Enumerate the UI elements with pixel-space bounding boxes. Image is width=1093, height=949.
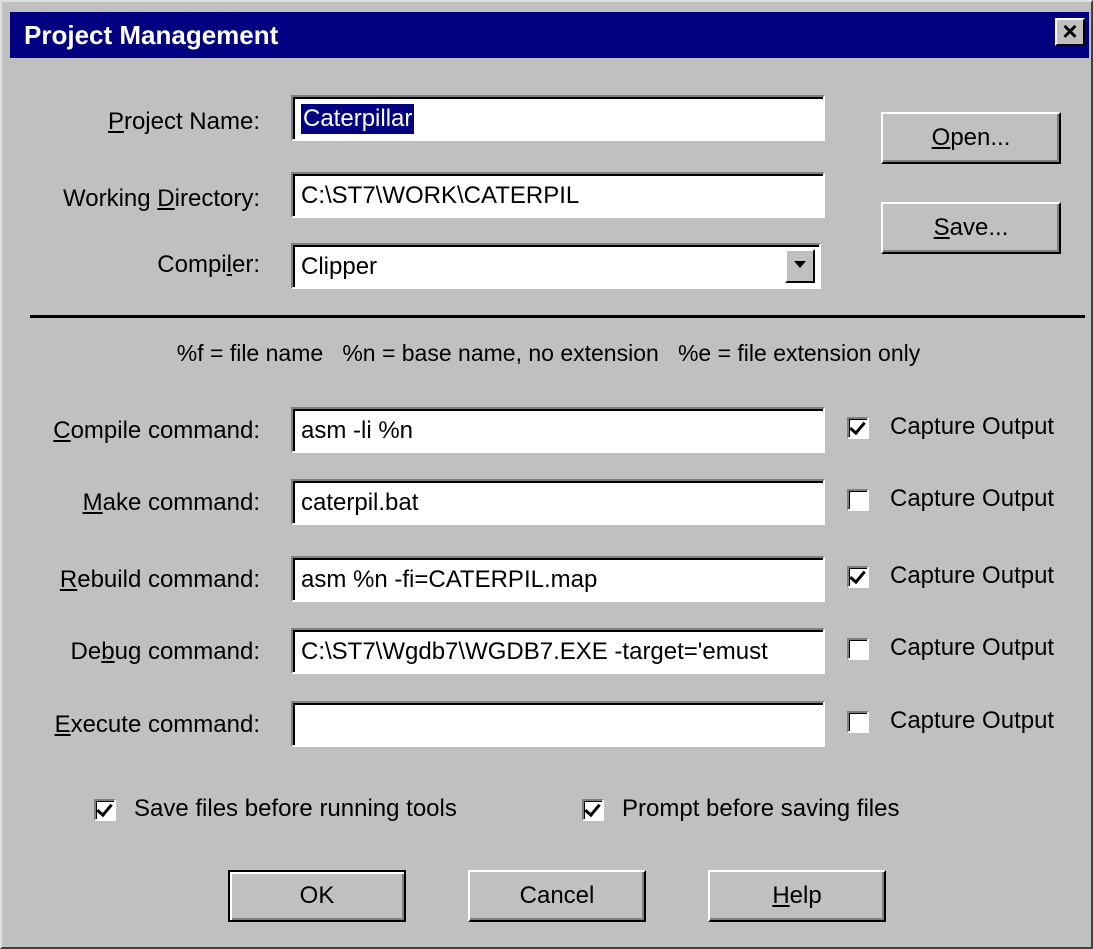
close-button[interactable]: × <box>1055 18 1085 46</box>
debug-command-input[interactable]: C:\ST7\Wgdb7\WGDB7.EXE -target='emust <box>291 628 825 674</box>
save-files-label: Save files before running tools <box>134 795 457 822</box>
prompt-before-saving-label: Prompt before saving files <box>622 795 900 822</box>
compile-command-input[interactable]: asm -li %n <box>291 407 825 453</box>
project-management-dialog: Project Management × Project Name: Cater… <box>0 0 1093 949</box>
check-icon <box>96 799 113 818</box>
title-bar: Project Management × <box>10 12 1089 58</box>
close-icon: × <box>1062 16 1078 46</box>
rebuild-capture-label: Capture Output <box>890 562 1055 589</box>
make-command-input[interactable]: caterpil.bat <box>291 479 825 525</box>
debug-capture-label: Capture Output <box>890 634 1055 661</box>
chevron-down-icon <box>794 261 806 268</box>
ok-button[interactable]: OK <box>228 870 406 922</box>
working-directory-label: Working Directory: <box>63 185 260 212</box>
compile-command-label: Compile command: <box>53 417 260 444</box>
debug-command-value: C:\ST7\Wgdb7\WGDB7.EXE -target='emust <box>301 638 768 665</box>
compiler-dropdown-button[interactable] <box>785 249 815 283</box>
make-command-value: caterpil.bat <box>301 489 419 516</box>
prompt-before-saving-checkbox[interactable] <box>582 799 604 821</box>
check-icon <box>584 799 601 818</box>
section-divider <box>30 315 1085 318</box>
project-name-input[interactable]: Caterpillar <box>291 95 825 141</box>
open-button[interactable]: Open... <box>881 112 1061 164</box>
execute-command-label: Execute command: <box>54 711 260 738</box>
project-name-label: Project Name: <box>107 108 260 135</box>
working-directory-input[interactable]: C:\ST7\WORK\CATERPIL <box>291 172 825 218</box>
compiler-select[interactable]: Clipper <box>291 243 821 289</box>
compiler-value: Clipper <box>301 253 378 280</box>
make-capture-label: Capture Output <box>890 485 1055 512</box>
rebuild-capture-checkbox[interactable] <box>847 566 869 588</box>
cancel-button[interactable]: Cancel <box>468 870 646 922</box>
rebuild-command-input[interactable]: asm %n -fi=CATERPIL.map <box>291 556 825 602</box>
working-directory-value: C:\ST7\WORK\CATERPIL <box>301 182 580 209</box>
save-button[interactable]: Save... <box>881 202 1061 254</box>
save-files-checkbox[interactable] <box>94 799 116 821</box>
compiler-label: Compiler: <box>157 251 260 278</box>
check-icon <box>849 566 866 585</box>
execute-capture-label: Capture Output <box>890 707 1055 734</box>
debug-command-label: Debug command: <box>70 638 260 665</box>
debug-capture-checkbox[interactable] <box>847 638 869 660</box>
placeholder-legend: %f = file name %n = base name, no extens… <box>176 340 921 366</box>
execute-command-input[interactable] <box>291 701 825 747</box>
make-capture-checkbox[interactable] <box>847 489 869 511</box>
make-command-label: Make command: <box>82 489 260 516</box>
rebuild-command-label: Rebuild command: <box>59 566 260 593</box>
check-icon <box>849 417 866 436</box>
compile-capture-checkbox[interactable] <box>847 417 869 439</box>
help-button[interactable]: Help <box>708 870 886 922</box>
execute-capture-checkbox[interactable] <box>847 711 869 733</box>
compile-capture-label: Capture Output <box>890 413 1055 440</box>
compile-command-value: asm -li %n <box>301 417 414 444</box>
dialog-title: Project Management <box>24 20 279 50</box>
rebuild-command-value: asm %n -fi=CATERPIL.map <box>301 566 598 593</box>
project-name-value: Caterpillar <box>301 104 415 134</box>
